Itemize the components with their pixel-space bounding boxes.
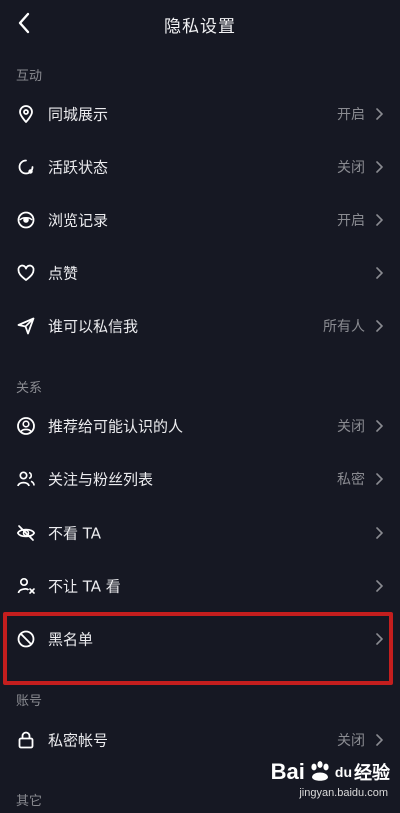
setting-value: 私密 bbox=[337, 471, 365, 488]
chevron-right-icon bbox=[376, 419, 383, 432]
setting-label: 私密帐号 bbox=[48, 731, 109, 749]
send-icon bbox=[17, 317, 35, 334]
blacklist-highlight-box bbox=[3, 612, 393, 685]
setting-row-who-can-message[interactable]: 谁可以私信我 所有人 bbox=[0, 299, 400, 352]
baidu-jingyan-watermark: Bai du 经验 jingyan.baidu.com bbox=[250, 757, 390, 807]
setting-row-dont-see-ta[interactable]: 不看 TA bbox=[0, 506, 400, 559]
eye-icon bbox=[17, 211, 35, 228]
chevron-right-icon bbox=[376, 266, 383, 279]
setting-label: 关注与粉丝列表 bbox=[48, 470, 154, 488]
setting-label: 不看 TA bbox=[48, 524, 102, 542]
user-circle-icon bbox=[17, 416, 35, 435]
chevron-right-icon bbox=[376, 733, 383, 746]
setting-row-active-status[interactable]: 活跃状态 关闭 bbox=[0, 140, 400, 193]
eye-off-icon bbox=[16, 524, 36, 541]
setting-label: 浏览记录 bbox=[48, 211, 109, 229]
chevron-right-icon bbox=[376, 213, 383, 226]
setting-label: 谁可以私信我 bbox=[48, 317, 139, 335]
setting-value: 所有人 bbox=[323, 318, 365, 335]
chevron-right-icon bbox=[376, 319, 383, 332]
setting-row-follow-fans-list[interactable]: 关注与粉丝列表 私密 bbox=[0, 452, 400, 505]
section-title-other: 其它 bbox=[16, 794, 43, 809]
setting-value: 关闭 bbox=[337, 732, 365, 749]
heart-icon bbox=[17, 264, 35, 281]
users-icon bbox=[17, 470, 35, 486]
chevron-right-icon bbox=[376, 107, 383, 120]
setting-label: 活跃状态 bbox=[48, 158, 109, 176]
paw-icon bbox=[311, 761, 329, 781]
setting-label: 点赞 bbox=[48, 264, 79, 282]
watermark-brand: Bai du 经验 bbox=[271, 759, 390, 785]
header: 隐私设置 bbox=[0, 0, 400, 50]
setting-label: 不让 TA 看 bbox=[48, 577, 121, 595]
setting-row-browse-history[interactable]: 浏览记录 开启 bbox=[0, 193, 400, 246]
page-title: 隐私设置 bbox=[164, 17, 236, 37]
chevron-right-icon bbox=[376, 160, 383, 173]
setting-row-likes[interactable]: 点赞 bbox=[0, 246, 400, 299]
chevron-right-icon bbox=[376, 472, 383, 485]
activity-status-icon bbox=[18, 159, 34, 174]
watermark-brand-cn: 经验 bbox=[354, 763, 390, 783]
lock-icon bbox=[18, 731, 34, 748]
setting-row-dont-let-ta-see[interactable]: 不让 TA 看 bbox=[0, 559, 400, 612]
section-title-account: 账号 bbox=[16, 694, 43, 709]
setting-value: 开启 bbox=[337, 106, 365, 123]
setting-value: 关闭 bbox=[337, 418, 365, 435]
section-title-interaction: 互动 bbox=[16, 69, 43, 84]
setting-row-recommend-to-people[interactable]: 推荐给可能认识的人 关闭 bbox=[0, 399, 400, 452]
watermark-brand-left: Bai bbox=[270, 759, 305, 784]
setting-label: 推荐给可能认识的人 bbox=[48, 417, 184, 435]
setting-row-nearby-display[interactable]: 同城展示 开启 bbox=[0, 87, 400, 140]
section-title-relations: 关系 bbox=[16, 381, 43, 396]
location-pin-icon bbox=[19, 104, 33, 123]
watermark-brand-mid: du bbox=[334, 764, 352, 780]
chevron-right-icon bbox=[376, 579, 383, 592]
user-hide-icon bbox=[17, 577, 35, 594]
watermark-url: jingyan.baidu.com bbox=[299, 787, 388, 799]
setting-label: 同城展示 bbox=[48, 105, 109, 123]
chevron-right-icon bbox=[376, 526, 383, 539]
setting-value: 关闭 bbox=[337, 159, 365, 176]
setting-value: 开启 bbox=[337, 212, 365, 229]
